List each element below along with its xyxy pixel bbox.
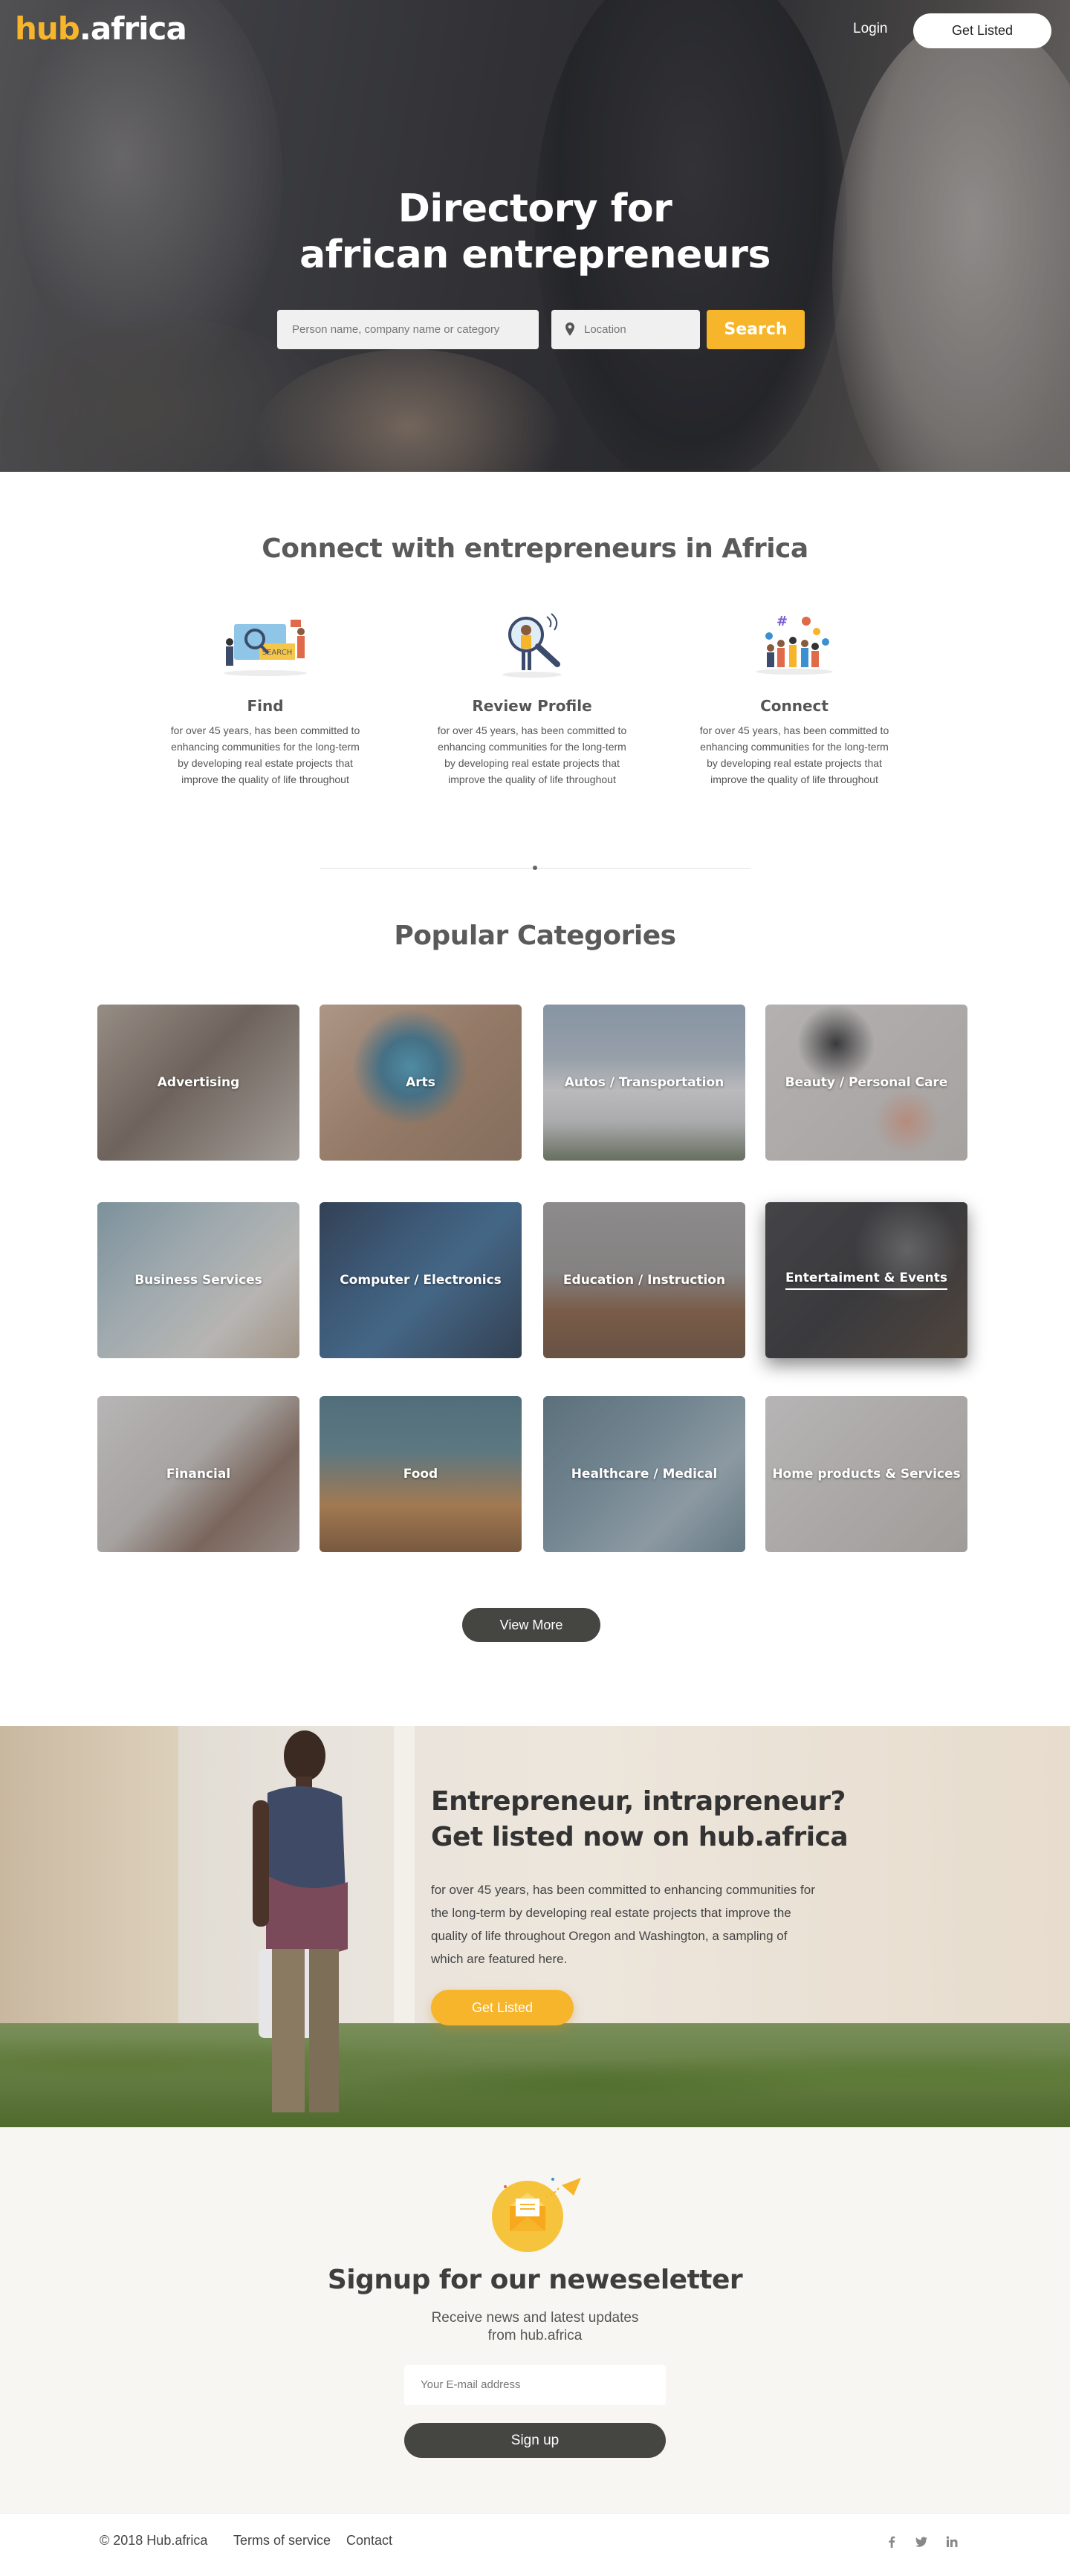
- feature-title: Review Profile: [472, 697, 592, 715]
- category-label: Autos / Transportation: [564, 1075, 724, 1090]
- category-label: Business Services: [134, 1273, 262, 1288]
- category-label: Home products & Services: [772, 1467, 961, 1482]
- category-label: Food: [403, 1467, 438, 1482]
- copyright: © 2018 Hub.africa: [100, 2533, 208, 2548]
- category-label: Computer / Electronics: [340, 1273, 502, 1288]
- site-logo[interactable]: hub.africa: [15, 10, 187, 47]
- category-card-computer-electronics[interactable]: Computer / Electronics: [320, 1202, 522, 1358]
- feature-connect: # Connect for over 45 years, has been co…: [690, 609, 898, 788]
- location-pin-icon: [565, 322, 574, 336]
- contact-link[interactable]: Contact: [346, 2533, 392, 2549]
- promo-title: Entrepreneur, intrapreneur? Get listed n…: [431, 1784, 849, 1855]
- feature-text: for over 45 years, has been committed to…: [437, 724, 627, 785]
- category-card-financial[interactable]: Financial: [97, 1396, 299, 1552]
- facebook-icon[interactable]: [884, 2534, 899, 2549]
- category-label: Financial: [166, 1467, 231, 1482]
- search-input[interactable]: Person name, company name or category: [277, 310, 539, 349]
- get-listed-button[interactable]: Get Listed: [913, 13, 1051, 48]
- email-field[interactable]: Your E-mail address: [404, 2365, 666, 2405]
- newsletter-title: Signup for our neweseletter: [327, 2265, 743, 2295]
- feature-find: SEARCH Find for over 45 years, has been …: [161, 609, 369, 788]
- category-card-home-products-services[interactable]: Home products & Services: [765, 1396, 967, 1552]
- view-more-button[interactable]: View More: [462, 1608, 600, 1642]
- category-label-wrap: Business Services: [97, 1202, 299, 1358]
- category-label-wrap: Home products & Services: [765, 1396, 967, 1552]
- feature-title: Find: [247, 697, 284, 715]
- category-label: Entertaiment & Events: [785, 1271, 947, 1290]
- category-label-wrap: Financial: [97, 1396, 299, 1552]
- category-card-autos-transportation[interactable]: Autos / Transportation: [543, 1005, 745, 1161]
- category-label-wrap: Autos / Transportation: [543, 1005, 745, 1161]
- signup-button[interactable]: Sign up: [404, 2423, 666, 2458]
- feature-review-profile: Review Profile for over 45 years, has be…: [428, 609, 636, 788]
- category-card-education-instruction[interactable]: Education / Instruction: [543, 1202, 745, 1358]
- category-card-beauty-personal-care[interactable]: Beauty / Personal Care: [765, 1005, 967, 1161]
- category-label: Advertising: [157, 1075, 240, 1090]
- search-people-illustration: SEARCH: [213, 609, 317, 684]
- category-label-wrap: Entertaiment & Events: [765, 1202, 967, 1358]
- feature-text: for over 45 years, has been committed to…: [170, 724, 360, 785]
- feature-title: Connect: [760, 697, 829, 715]
- connect-title: Connect with entrepreneurs in Africa: [262, 533, 808, 564]
- promo-person-photo: [253, 1730, 348, 2112]
- promo-get-listed-button[interactable]: Get Listed: [431, 1990, 574, 2025]
- magnifier-person-illustration: [480, 609, 584, 684]
- newsletter-subtitle: Receive news and latest updates from hub…: [0, 2309, 1070, 2345]
- category-label: Education / Instruction: [562, 1273, 726, 1288]
- promo-text: for over 45 years, has been committed to…: [431, 1883, 815, 1966]
- promo-hedge: [0, 2023, 1070, 2127]
- divider-dot: [533, 866, 537, 870]
- category-label-wrap: Beauty / Personal Care: [765, 1005, 967, 1161]
- envelope-icon: [492, 2178, 581, 2252]
- newsletter-subtitle-line1: Receive news and latest updates: [431, 2310, 639, 2326]
- group-people-illustration: #: [742, 609, 846, 684]
- category-label-wrap: Arts: [320, 1005, 522, 1161]
- categories-title: Popular Categories: [394, 921, 676, 951]
- category-label-wrap: Healthcare / Medical: [543, 1396, 745, 1552]
- svg-text:#: #: [776, 614, 788, 629]
- hero-title: Directory for african entrepreneurs: [0, 186, 1070, 278]
- category-card-entertainment-events[interactable]: Entertaiment & Events: [765, 1202, 967, 1358]
- category-card-arts[interactable]: Arts: [320, 1005, 522, 1161]
- category-label-wrap: Food: [320, 1396, 522, 1552]
- logo-hub: hub: [15, 10, 80, 47]
- category-card-business-services[interactable]: Business Services: [97, 1202, 299, 1358]
- category-label: Arts: [406, 1075, 435, 1090]
- feature-text: for over 45 years, has been committed to…: [699, 724, 889, 785]
- search-button[interactable]: Search: [707, 310, 805, 349]
- logo-africa: .africa: [79, 10, 187, 47]
- category-label: Healthcare / Medical: [571, 1467, 718, 1482]
- category-label-wrap: Advertising: [97, 1005, 299, 1161]
- terms-link[interactable]: Terms of service: [233, 2533, 331, 2549]
- hero-title-line2: african entrepreneurs: [299, 233, 771, 277]
- category-card-food[interactable]: Food: [320, 1396, 522, 1552]
- category-card-advertising[interactable]: Advertising: [97, 1005, 299, 1161]
- page: hub.africa Login Get Listed Directory fo…: [0, 0, 1070, 2576]
- category-label: Beauty / Personal Care: [785, 1075, 948, 1090]
- promo-title-line2: Get listed now on hub.africa: [431, 1822, 849, 1852]
- linkedin-icon[interactable]: [944, 2534, 959, 2549]
- hero-title-line1: Directory for: [398, 186, 672, 231]
- login-link[interactable]: Login: [853, 21, 888, 37]
- twitter-icon[interactable]: [914, 2534, 929, 2549]
- category-label-wrap: Education / Instruction: [543, 1202, 745, 1358]
- promo-title-line1: Entrepreneur, intrapreneur?: [431, 1786, 846, 1817]
- category-label-wrap: Computer / Electronics: [320, 1202, 522, 1358]
- category-card-healthcare-medical[interactable]: Healthcare / Medical: [543, 1396, 745, 1552]
- newsletter-subtitle-line2: from hub.africa: [487, 2328, 583, 2343]
